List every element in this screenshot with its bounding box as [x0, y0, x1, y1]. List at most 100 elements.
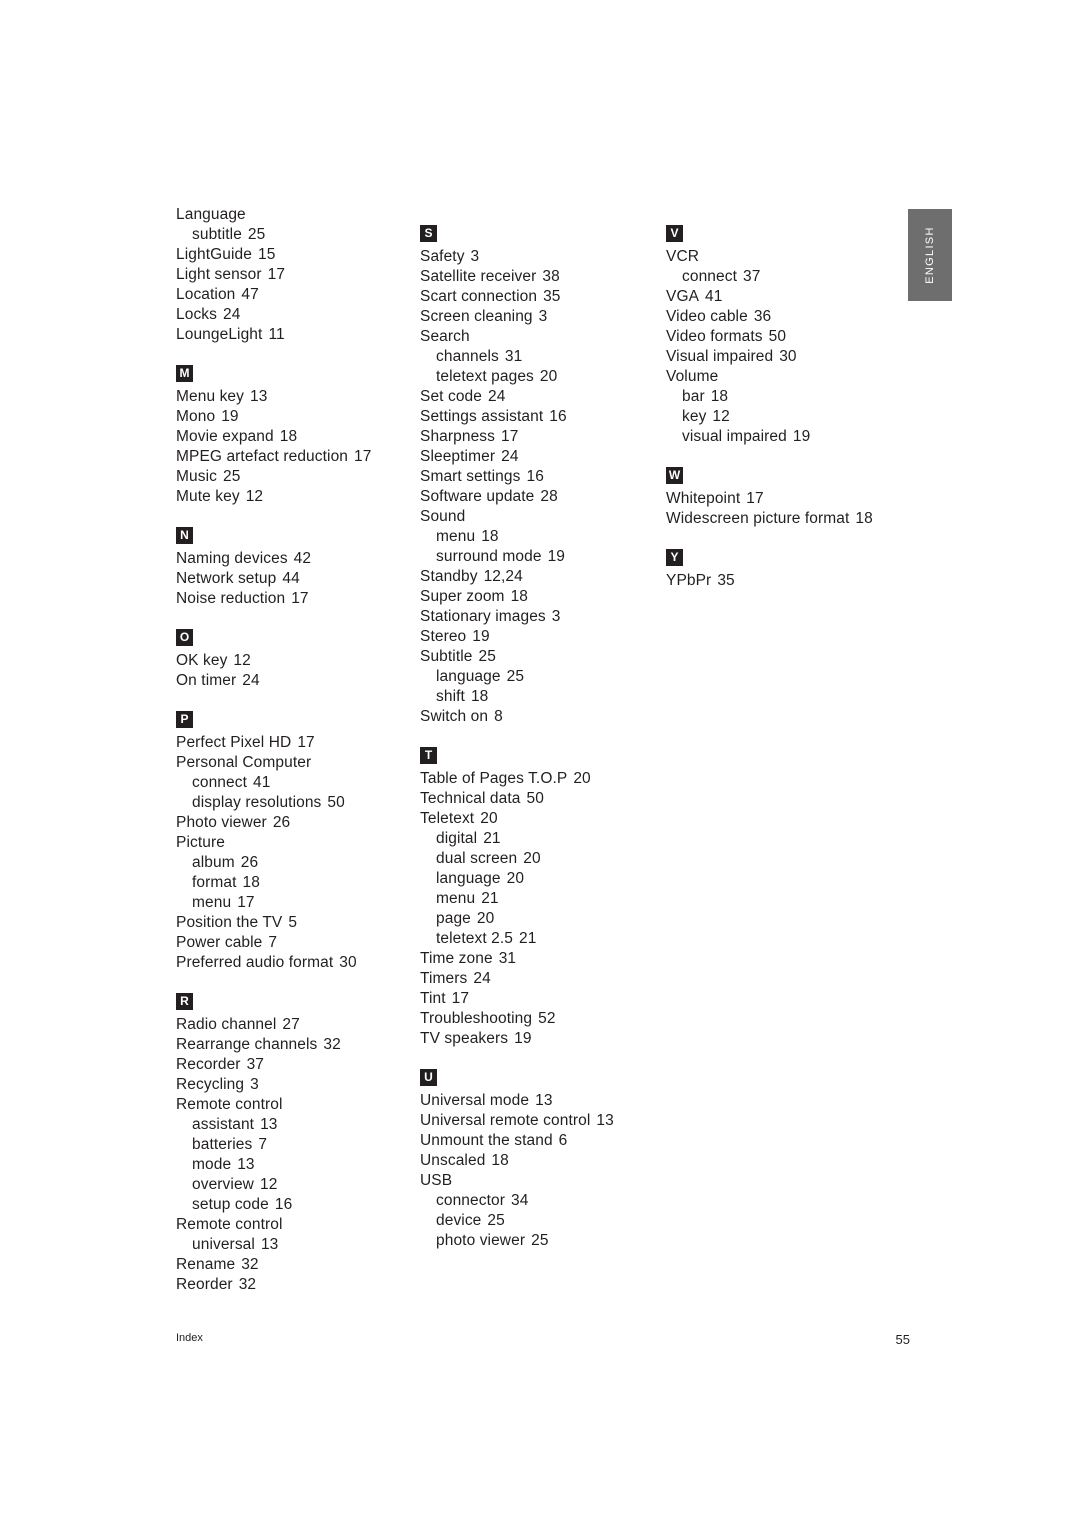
index-entry-page: 32: [241, 1256, 259, 1273]
index-entry: Photo viewer 26: [176, 813, 408, 833]
index-entry-page: 17: [237, 894, 255, 911]
index-entry: TV speakers 19: [420, 1029, 652, 1049]
language-tab-label: ENGLISH: [924, 226, 936, 284]
index-entry-page: 17: [297, 734, 315, 751]
index-entry: Music 25: [176, 467, 408, 487]
index-entry: assistant 13: [176, 1115, 408, 1135]
index-entry: Noise reduction 17: [176, 589, 408, 609]
index-entry: Menu key 13: [176, 387, 408, 407]
index-entry-text: Remote control: [176, 1216, 283, 1233]
letter-badge: Y: [666, 549, 683, 566]
index-entry-text: Time zone: [420, 950, 493, 967]
index-entry: teletext 2.5 21: [420, 929, 652, 949]
index-entry: digital 21: [420, 829, 652, 849]
index-entry-text: menu: [192, 894, 232, 911]
index-entry: Standby 12,24: [420, 567, 652, 587]
index-entry-page: 42: [293, 550, 312, 567]
index-entry: display resolutions 50: [176, 793, 408, 813]
index-entry-text: Light sensor: [176, 266, 262, 283]
index-entry-page: 13: [250, 388, 268, 405]
index-entry-text: Safety: [420, 248, 465, 265]
index-entry-text: Recorder: [176, 1056, 241, 1073]
index-entry: Sound: [420, 507, 652, 527]
index-entry-page: 27: [282, 1016, 300, 1033]
index-entry-page: 25: [222, 468, 241, 485]
index-entry-page: 13: [237, 1156, 255, 1173]
index-entry: Set code 24: [420, 387, 652, 407]
index-entry-text: Sleeptimer: [420, 448, 496, 465]
index-entry-text: digital: [436, 830, 478, 847]
index-letter-heading: U: [420, 1069, 652, 1091]
index-entry: Video cable 36: [666, 307, 898, 327]
index-entry-page: 3: [470, 248, 480, 265]
index-entry-text: Menu key: [176, 388, 244, 405]
index-entry-page: 26: [272, 814, 291, 831]
index-entry-page: 18: [491, 1152, 509, 1169]
index-entry-text: connector: [436, 1192, 505, 1209]
index-entry-page: 17: [501, 428, 519, 445]
index-entry: Perfect Pixel HD 17: [176, 733, 408, 753]
index-entry-text: Music: [176, 468, 217, 485]
index-page: ENGLISH Language subtitle 25 LightGuide 15 Li…: [0, 0, 1080, 1528]
index-entry: connect 41: [176, 773, 408, 793]
index-letter-heading: P: [176, 711, 408, 733]
index-entry-text: Tint: [420, 990, 446, 1007]
index-entry-text: mode: [192, 1156, 232, 1173]
index-entry-text: OK key: [176, 652, 228, 669]
index-entry: dual screen 20: [420, 849, 652, 869]
index-entry: Technical data 50: [420, 789, 652, 809]
index-entry-text: Position the TV: [176, 914, 283, 931]
index-entry-text: key: [682, 408, 707, 425]
language-tab: ENGLISH: [908, 209, 952, 301]
index-entry-page: 20: [506, 870, 525, 887]
index-letter-heading: N: [176, 527, 408, 549]
index-entry: bar 18: [666, 387, 898, 407]
index-entry-text: Technical data: [420, 790, 521, 807]
index-entry: language 25: [420, 667, 652, 687]
index-entry-page: 18: [279, 428, 298, 445]
index-entry-text: USB: [420, 1172, 453, 1189]
index-entry-page: 24: [223, 306, 241, 323]
index-entry-page: 24: [487, 388, 506, 405]
index-entry-page: 41: [705, 288, 723, 305]
index-entry-page: 19: [472, 628, 490, 645]
index-entry: Rearrange channels 32: [176, 1035, 408, 1055]
index-column-1: Language subtitle 25 LightGuide 15 Light sens…: [176, 205, 408, 1295]
index-entry: VGA 41: [666, 287, 898, 307]
index-entry-page: 12,24: [483, 568, 523, 585]
index-entry-text: surround mode: [436, 548, 542, 565]
index-entry: Unmount the stand 6: [420, 1131, 652, 1151]
index-entry: menu 18: [420, 527, 652, 547]
index-entry: connector 34: [420, 1191, 652, 1211]
index-entry: Locks 24: [176, 305, 408, 325]
index-entry-page: 13: [596, 1112, 614, 1129]
index-entry-page: 13: [535, 1092, 553, 1109]
index-entry-page: 31: [504, 348, 523, 365]
index-entry-page: 28: [540, 488, 558, 505]
index-entry: Time zone 31: [420, 949, 652, 969]
letter-badge: V: [666, 225, 683, 242]
index-entry-page: 6: [558, 1132, 568, 1149]
index-entry-page: 25: [247, 226, 266, 243]
index-entry: Switch on 8: [420, 707, 652, 727]
index-entry: Settings assistant 16: [420, 407, 652, 427]
index-entry: language 20: [420, 869, 652, 889]
index-letter-heading: V: [666, 225, 898, 247]
index-entry-page: 12: [245, 488, 264, 505]
index-entry: Picture: [176, 833, 408, 853]
index-entry-text: Naming devices: [176, 550, 288, 567]
index-entry-page: 12: [259, 1176, 278, 1193]
index-entry-page: 24: [501, 448, 519, 465]
index-entry-page: 50: [526, 790, 544, 807]
index-entry-page: 37: [743, 268, 761, 285]
index-entry-text: menu: [436, 890, 476, 907]
index-entry-text: Remote control: [176, 1096, 283, 1113]
index-entry-text: Mono: [176, 408, 216, 425]
index-entry: connect 37: [666, 267, 898, 287]
index-entry-text: Power cable: [176, 934, 263, 951]
index-entry: Naming devices 42: [176, 549, 408, 569]
